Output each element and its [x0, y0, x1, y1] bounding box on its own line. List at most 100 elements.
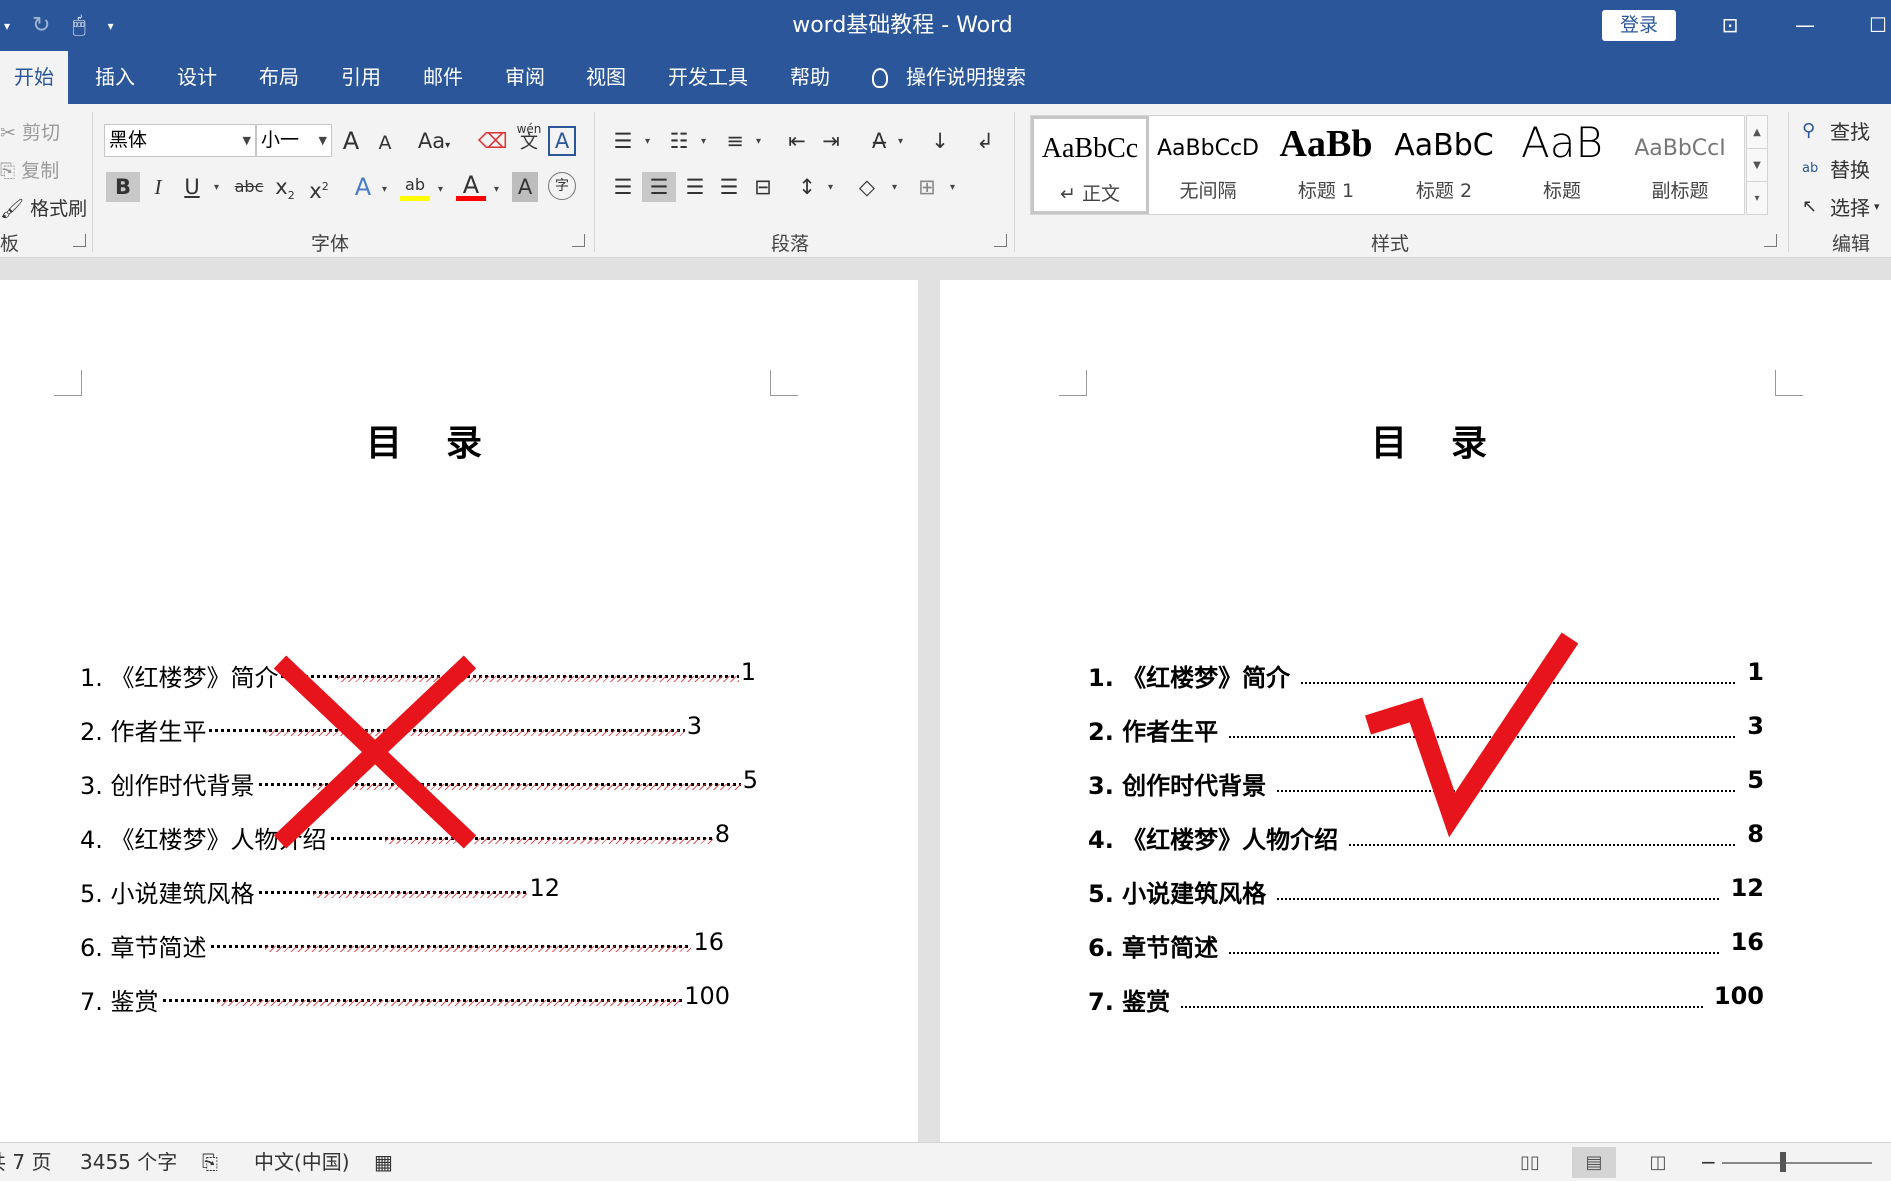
chevron-down-icon[interactable]: ▾	[892, 182, 897, 193]
scroll-down-icon[interactable]: ▼	[1747, 149, 1767, 182]
line-spacing-icon[interactable]: ↕	[792, 172, 822, 202]
underline-button[interactable]: U	[178, 172, 206, 202]
tab-developer[interactable]: 开发工具	[668, 51, 748, 104]
language-indicator[interactable]: 中文(中国)	[254, 1143, 350, 1181]
italic-button[interactable]: I	[144, 172, 172, 202]
chevron-down-icon[interactable]: ▾	[494, 184, 499, 195]
ribbon-display-icon[interactable]: ⊡	[1710, 0, 1750, 51]
chevron-down-icon[interactable]: ▾	[214, 182, 219, 193]
toc-entry[interactable]: 5. 小说建筑风格 12	[80, 874, 560, 909]
zoom-slider-track[interactable]	[1722, 1162, 1872, 1164]
chevron-down-icon[interactable]: ▾	[756, 136, 761, 147]
format-painter-button[interactable]: 🖌 格式刷	[0, 194, 87, 221]
find-button[interactable]: ⚲ 查找	[1802, 116, 1870, 145]
macro-icon[interactable]: ▦	[374, 1143, 393, 1181]
asian-layout-icon[interactable]: A̶	[864, 126, 894, 156]
zoom-out-icon[interactable]: −	[1700, 1143, 1717, 1181]
web-layout-icon[interactable]: ◫	[1636, 1147, 1680, 1178]
tab-references[interactable]: 引用	[341, 51, 381, 104]
borders-icon[interactable]: ⊞	[912, 172, 942, 202]
font-launcher-icon[interactable]	[572, 234, 585, 247]
text-effects-button[interactable]: A	[350, 172, 376, 202]
style-normal[interactable]: AaBbCc ↵ 正文	[1031, 116, 1149, 214]
more-styles-icon[interactable]: ▾	[1747, 182, 1767, 215]
chevron-down-icon[interactable]: ▾	[438, 184, 443, 195]
align-right-icon[interactable]: ☰	[680, 172, 710, 202]
toc-entry[interactable]: 6. 章节简述 16	[80, 928, 724, 963]
justify-icon[interactable]: ☰	[714, 172, 744, 202]
read-mode-icon[interactable]: ▯▯	[1508, 1147, 1552, 1178]
styles-gallery-scroll[interactable]: ▲ ▼ ▾	[1746, 115, 1768, 215]
replace-button[interactable]: ab 替换	[1802, 154, 1870, 183]
tab-home[interactable]: 开始	[0, 51, 68, 104]
select-button[interactable]: ↖ 选择 ▾	[1802, 192, 1880, 221]
clipboard-launcher-icon[interactable]	[73, 234, 86, 247]
tab-insert[interactable]: 插入	[95, 51, 135, 104]
minimize-icon[interactable]: —	[1785, 0, 1825, 51]
strikethrough-button[interactable]: abc	[232, 172, 266, 202]
toc-entry[interactable]: 7. 鉴赏 100	[80, 982, 730, 1017]
tab-mailings[interactable]: 邮件	[423, 51, 463, 104]
tab-help[interactable]: 帮助	[790, 51, 830, 104]
document-page-left[interactable]: 目录 1. 《红楼梦》简介 1 2. 作者生平 3 3. 创作时代背景 5 4. 《红楼梦》…	[0, 280, 918, 1142]
copy-button[interactable]: ⎘ 复制	[0, 156, 59, 183]
login-button[interactable]: 登录	[1602, 10, 1676, 41]
paragraph-launcher-icon[interactable]	[994, 234, 1007, 247]
font-color-button[interactable]: A	[456, 170, 486, 201]
tab-view[interactable]: 视图	[586, 51, 626, 104]
character-shading-button[interactable]: A	[512, 172, 538, 202]
change-case-button[interactable]: Aa▾	[414, 126, 454, 156]
zoom-slider-thumb[interactable]	[1780, 1152, 1786, 1172]
clear-format-icon[interactable]: ⌫	[478, 126, 508, 156]
multilevel-list-icon[interactable]: ≡	[720, 126, 750, 156]
cut-button[interactable]: ✂ 剪切	[0, 118, 60, 145]
show-marks-icon[interactable]: ↲	[970, 126, 1000, 156]
styles-launcher-icon[interactable]	[1764, 234, 1777, 247]
chevron-down-icon[interactable]: ▾	[382, 184, 387, 195]
proofing-icon[interactable]: ⎘	[202, 1143, 218, 1181]
style-heading-2[interactable]: AaBbC 标题 2	[1385, 116, 1503, 214]
tab-layout[interactable]: 布局	[259, 51, 299, 104]
style-subtitle[interactable]: AaBbCcI 副标题	[1621, 116, 1739, 214]
increase-indent-icon[interactable]: ⇥	[816, 126, 846, 156]
numbering-icon[interactable]: ☷	[664, 126, 694, 156]
print-layout-icon[interactable]: ▤	[1572, 1147, 1616, 1178]
font-size-combo[interactable]: 小一 ▼	[256, 124, 332, 157]
highlight-button[interactable]: ab	[400, 170, 430, 201]
bullets-icon[interactable]: ☰	[608, 126, 638, 156]
font-name-combo[interactable]: 黑体 ▼	[104, 124, 256, 157]
decrease-indent-icon[interactable]: ⇤	[782, 126, 812, 156]
distributed-icon[interactable]: ⊟	[748, 172, 778, 202]
style-no-spacing[interactable]: AaBbCcD 无间隔	[1149, 116, 1267, 214]
toc-entry[interactable]: 5. 小说建筑风格 12	[1088, 874, 1764, 909]
word-count[interactable]: 3455 个字	[80, 1143, 177, 1181]
document-page-right[interactable]: 目录 1. 《红楼梦》简介 1 2. 作者生平 3 3. 创作时代背景 5 4. 《红楼梦》…	[940, 280, 1891, 1142]
chevron-down-icon[interactable]: ▾	[898, 136, 903, 147]
page-count[interactable]: 共 7 页	[0, 1143, 51, 1181]
chevron-down-icon[interactable]: ▾	[701, 136, 706, 147]
style-heading-1[interactable]: AaBb 标题 1	[1267, 116, 1385, 214]
scroll-up-icon[interactable]: ▲	[1747, 116, 1767, 149]
bold-button[interactable]: B	[106, 172, 140, 202]
tab-review[interactable]: 审阅	[505, 51, 545, 104]
phonetic-guide-button[interactable]: wén 文	[514, 122, 544, 152]
sort-icon[interactable]: ↓	[926, 126, 954, 156]
character-border-button[interactable]: A	[548, 126, 576, 156]
shrink-font-button[interactable]: A	[372, 128, 398, 158]
chevron-down-icon[interactable]: ▾	[645, 136, 650, 147]
tell-me-search[interactable]: 操作说明搜索	[872, 51, 1026, 104]
toc-entry[interactable]: 6. 章节简述 16	[1088, 928, 1764, 963]
enclose-characters-button[interactable]: 字	[548, 172, 576, 200]
chevron-down-icon[interactable]: ▾	[828, 182, 833, 193]
superscript-button[interactable]: x2	[306, 172, 332, 203]
subscript-button[interactable]: x2	[272, 172, 298, 202]
maximize-icon[interactable]: ☐	[1858, 0, 1891, 51]
align-left-icon[interactable]: ☰	[608, 172, 638, 202]
shading-bucket-icon[interactable]: ◇	[852, 172, 882, 202]
tab-design[interactable]: 设计	[177, 51, 217, 104]
align-center-icon[interactable]: ☰	[642, 172, 676, 202]
style-title[interactable]: AaB 标题	[1503, 116, 1621, 214]
chevron-down-icon[interactable]: ▾	[950, 182, 955, 193]
toc-entry[interactable]: 7. 鉴赏 100	[1088, 982, 1764, 1017]
grow-font-button[interactable]: A	[338, 126, 364, 156]
